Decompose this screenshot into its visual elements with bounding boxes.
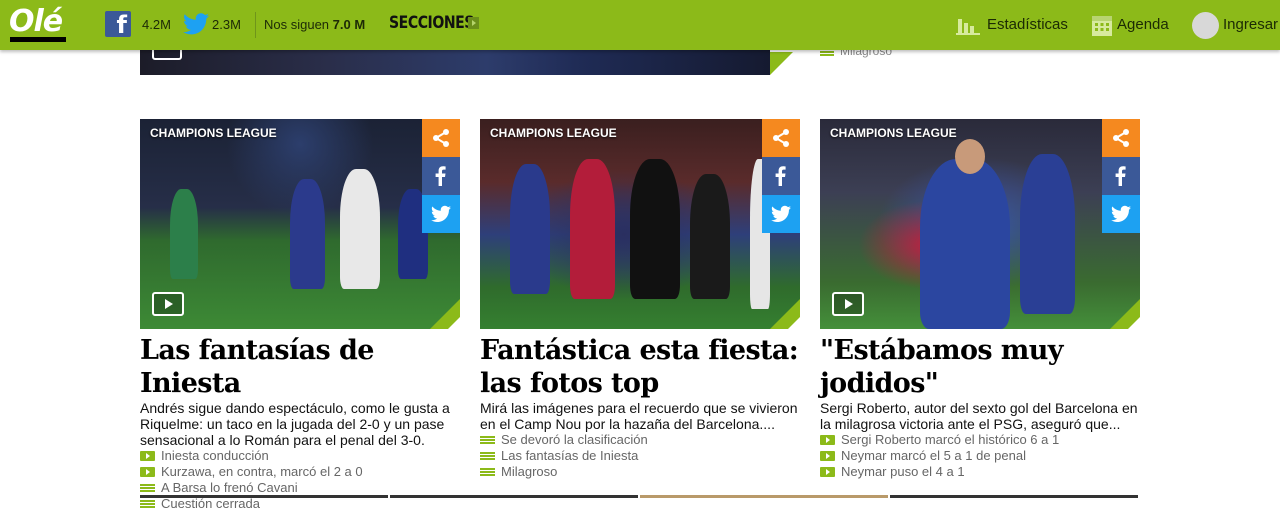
corner-fold <box>1128 317 1140 329</box>
related-link-label: Sergi Roberto marcó el histórico 6 a 1 <box>841 432 1060 447</box>
twitter-share-icon[interactable] <box>1102 195 1140 233</box>
top-navigation-bar: Olé f 4.2M 2.3M Nos siguen 7.0 M SECCION… <box>0 0 1280 50</box>
play-video-icon[interactable] <box>832 292 864 316</box>
related-link[interactable]: A Barsa lo frenó Cavani <box>140 480 460 496</box>
facebook-icon[interactable]: f <box>105 11 131 39</box>
related-link-label: Las fantasías de Iniesta <box>501 448 639 463</box>
list-icon <box>480 436 495 438</box>
facebook-share-icon[interactable] <box>1102 157 1140 195</box>
related-link[interactable]: Las fantasías de Iniesta <box>480 448 800 464</box>
calendar-icon[interactable] <box>1092 14 1112 36</box>
facebook-count: 4.2M <box>142 17 171 32</box>
related-link[interactable]: Cuestión cerrada <box>140 496 460 512</box>
article-image[interactable]: CHAMPIONS LEAGUE <box>480 119 800 329</box>
related-link-label: Milagroso <box>501 464 558 479</box>
play-icon <box>820 451 835 461</box>
play-icon <box>820 435 835 445</box>
corner-fold <box>788 317 800 329</box>
share-icon[interactable] <box>1102 119 1140 157</box>
related-links: Sergi Roberto marcó el histórico 6 a 1 N… <box>820 432 1140 480</box>
category-tag[interactable]: CHAMPIONS LEAGUE <box>490 126 617 140</box>
article-headline[interactable]: "Estábamos muy jodidos" <box>820 334 1140 400</box>
twitter-icon[interactable] <box>183 12 209 36</box>
ole-logo[interactable]: Olé <box>9 4 66 44</box>
play-video-icon[interactable] <box>152 292 184 316</box>
list-icon <box>140 484 155 486</box>
play-icon <box>820 467 835 477</box>
list-icon <box>480 468 495 470</box>
related-link[interactable]: Sergi Roberto marcó el histórico 6 a 1 <box>820 432 1140 448</box>
list-icon <box>140 500 155 502</box>
twitter-count: 2.3M <box>212 17 241 32</box>
related-link-label: Neymar marcó el 5 a 1 de penal <box>841 448 1026 463</box>
related-link-label: A Barsa lo frenó Cavani <box>161 480 298 495</box>
followers-total: Nos siguen 7.0 M <box>264 17 365 32</box>
stats-link[interactable]: Estadísticas <box>987 16 1068 33</box>
related-link[interactable]: Se devoró la clasificación <box>480 432 800 448</box>
corner-fold <box>448 317 460 329</box>
related-links: Iniesta conducción Kurzawa, en contra, m… <box>140 448 460 512</box>
news-card: CHAMPIONS LEAGUE "Estábamos muy jodidos"… <box>820 119 1140 480</box>
related-links: Se devoró la clasificación Las fantasías… <box>480 432 800 480</box>
corner-accent <box>770 52 793 75</box>
stats-icon[interactable] <box>956 15 980 35</box>
facebook-share-icon[interactable] <box>762 157 800 195</box>
divider <box>255 12 256 38</box>
related-link-label: Cuestión cerrada <box>161 496 260 511</box>
twitter-share-icon[interactable] <box>422 195 460 233</box>
play-icon <box>140 451 155 461</box>
facebook-share-icon[interactable] <box>422 157 460 195</box>
play-icon <box>140 467 155 477</box>
chevron-right-icon[interactable] <box>468 17 479 29</box>
share-icon[interactable] <box>762 119 800 157</box>
related-link-label: Neymar puso el 4 a 1 <box>841 464 965 479</box>
article-image[interactable]: CHAMPIONS LEAGUE <box>140 119 460 329</box>
article-headline[interactable]: Las fantasías de Iniesta <box>140 334 460 400</box>
list-icon <box>820 50 834 53</box>
category-tag[interactable]: CHAMPIONS LEAGUE <box>150 126 277 140</box>
related-link-label: Kurzawa, en contra, marcó el 2 a 0 <box>161 464 363 479</box>
related-link[interactable]: Neymar marcó el 5 a 1 de penal <box>820 448 1140 464</box>
article-headline[interactable]: Fantástica esta fiesta: las fotos top <box>480 334 800 400</box>
related-link[interactable]: Iniesta conducción <box>140 448 460 464</box>
category-tag[interactable]: CHAMPIONS LEAGUE <box>830 126 957 140</box>
followers-label: Nos siguen <box>264 17 330 32</box>
share-icon[interactable] <box>422 119 460 157</box>
related-link-label: Se devoró la clasificación <box>501 432 648 447</box>
related-link[interactable]: Neymar puso el 4 a 1 <box>820 464 1140 480</box>
related-link[interactable]: Milagroso <box>480 464 800 480</box>
logo-underline <box>10 37 66 42</box>
login-link[interactable]: Ingresar <box>1223 16 1278 33</box>
agenda-link[interactable]: Agenda <box>1117 16 1169 33</box>
logo-text: Olé <box>9 4 63 39</box>
news-card: CHAMPIONS LEAGUE Las fantasías de Iniest… <box>140 119 460 512</box>
article-summary[interactable]: Mirá las imágenes para el recuerdo que s… <box>480 400 800 432</box>
twitter-share-icon[interactable] <box>762 195 800 233</box>
article-summary[interactable]: Sergi Roberto, autor del sexto gol del B… <box>820 400 1140 432</box>
followers-count: 7.0 M <box>332 17 366 32</box>
avatar[interactable] <box>1192 12 1219 39</box>
list-icon <box>480 452 495 454</box>
related-link-label: Iniesta conducción <box>161 448 269 463</box>
news-card: CHAMPIONS LEAGUE Fantástica esta fiesta:… <box>480 119 800 480</box>
related-link[interactable]: Kurzawa, en contra, marcó el 2 a 0 <box>140 464 460 480</box>
article-image[interactable]: CHAMPIONS LEAGUE <box>820 119 1140 329</box>
sections-menu-button[interactable]: SECCIONES <box>389 13 474 33</box>
article-summary[interactable]: Andrés sigue dando espectáculo, como le … <box>140 400 460 448</box>
